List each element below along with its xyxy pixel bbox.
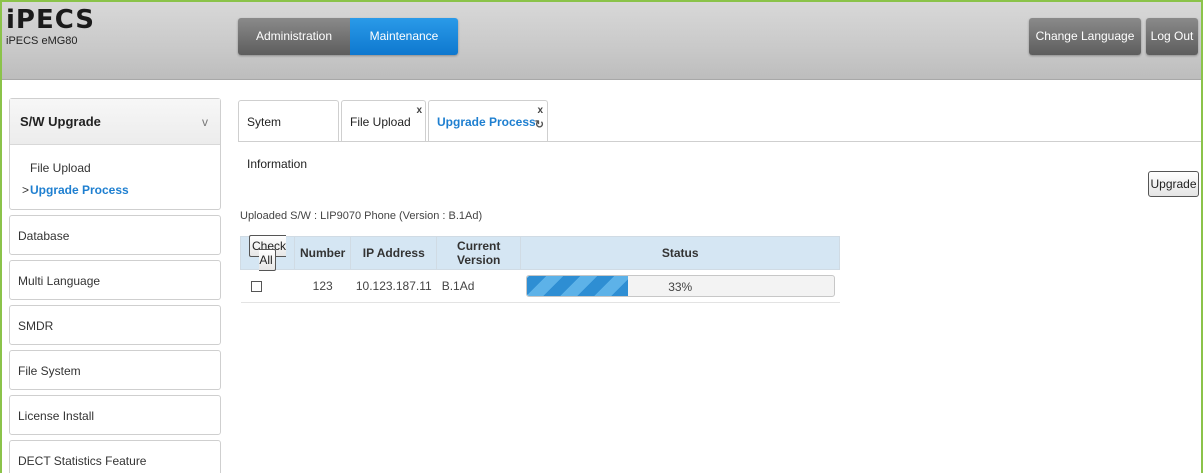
header-check-all: Check All [240, 235, 295, 271]
close-icon[interactable]: x [416, 106, 422, 116]
header-number: Number [293, 236, 352, 270]
app-header: iPECS iPECS eMG80 Administration Mainten… [2, 2, 1201, 80]
ipecs-logo: iPECS [6, 5, 96, 35]
uploaded-sw-info: Uploaded S/W : LIP9070 Phone (Version : … [240, 210, 483, 222]
chevron-down-icon: v [202, 115, 208, 129]
check-all-button[interactable]: Check All [248, 235, 286, 271]
sidebar-item-license-install[interactable]: License Install [9, 395, 221, 435]
sidebar-item-label: Upgrade Process [30, 183, 129, 197]
cell-number: 123 [294, 269, 351, 303]
sidebar-item-multi-language[interactable]: Multi Language [9, 260, 221, 300]
table-row: 123 10.123.187.11 B.1Ad 33% [240, 269, 840, 303]
sidebar-item-smdr[interactable]: SMDR [9, 305, 221, 345]
cell-status: 33% [520, 269, 840, 303]
sidebar-item-upgrade-process[interactable]: >Upgrade Process [22, 179, 220, 201]
tab-divider [238, 141, 1201, 142]
sidebar-item-database[interactable]: Database [9, 215, 221, 255]
sidebar-item-label: File Upload [30, 161, 91, 175]
chevron-right-icon: > [22, 183, 30, 197]
tab-upgrade-process[interactable]: Upgrade Process x ↻ [428, 100, 548, 142]
progress-text: 33% [668, 280, 693, 294]
app-frame: iPECS iPECS eMG80 Administration Mainten… [0, 0, 1203, 473]
tab-label: Upgrade Process [437, 115, 536, 129]
upgrade-progress-bar: 33% [525, 275, 835, 297]
cell-ip-address: 10.123.187.11 [350, 269, 437, 303]
sidebar-item-dect-statistics[interactable]: DECT Statistics Feature [9, 440, 221, 473]
main-nav: Administration Maintenance [238, 18, 458, 55]
tab-system-information[interactable]: Sytem Information [238, 100, 339, 171]
logout-button[interactable]: Log Out [1146, 18, 1198, 55]
refresh-icon[interactable]: ↻ [535, 120, 544, 131]
close-icon[interactable]: x [537, 106, 543, 116]
sidebar-submenu: File Upload >Upgrade Process [10, 145, 220, 209]
sidebar: S/W Upgrade v File Upload >Upgrade Proce… [9, 98, 221, 473]
upgrade-button[interactable]: Upgrade [1148, 171, 1199, 197]
tab-label: File Upload [350, 115, 411, 129]
sidebar-item-file-upload[interactable]: File Upload [22, 157, 220, 179]
change-language-button[interactable]: Change Language [1029, 18, 1141, 55]
header-status: Status [520, 236, 841, 270]
sidebar-group-sw-upgrade: S/W Upgrade v File Upload >Upgrade Proce… [9, 98, 221, 210]
sidebar-group-header[interactable]: S/W Upgrade v [10, 99, 220, 145]
tab-file-upload[interactable]: File Upload x [341, 100, 426, 142]
tab-label: Sytem Information [247, 115, 308, 171]
table-header-row: Check All Number IP Address Current Vers… [240, 235, 841, 271]
nav-administration[interactable]: Administration [238, 18, 350, 55]
row-checkbox-cell [240, 269, 295, 303]
nav-maintenance[interactable]: Maintenance [350, 18, 458, 55]
cell-current-version: B.1Ad [436, 269, 521, 303]
tab-bar: Sytem Information File Upload x Upgrade … [238, 100, 550, 171]
sidebar-item-file-system[interactable]: File System [9, 350, 221, 390]
sidebar-group-title: S/W Upgrade [20, 114, 101, 129]
product-name: iPECS eMG80 [6, 35, 78, 47]
upgrade-table: Check All Number IP Address Current Vers… [240, 235, 841, 303]
header-ip-address: IP Address [350, 236, 438, 270]
row-checkbox[interactable] [250, 281, 262, 293]
header-current-version: Current Version [436, 236, 522, 270]
